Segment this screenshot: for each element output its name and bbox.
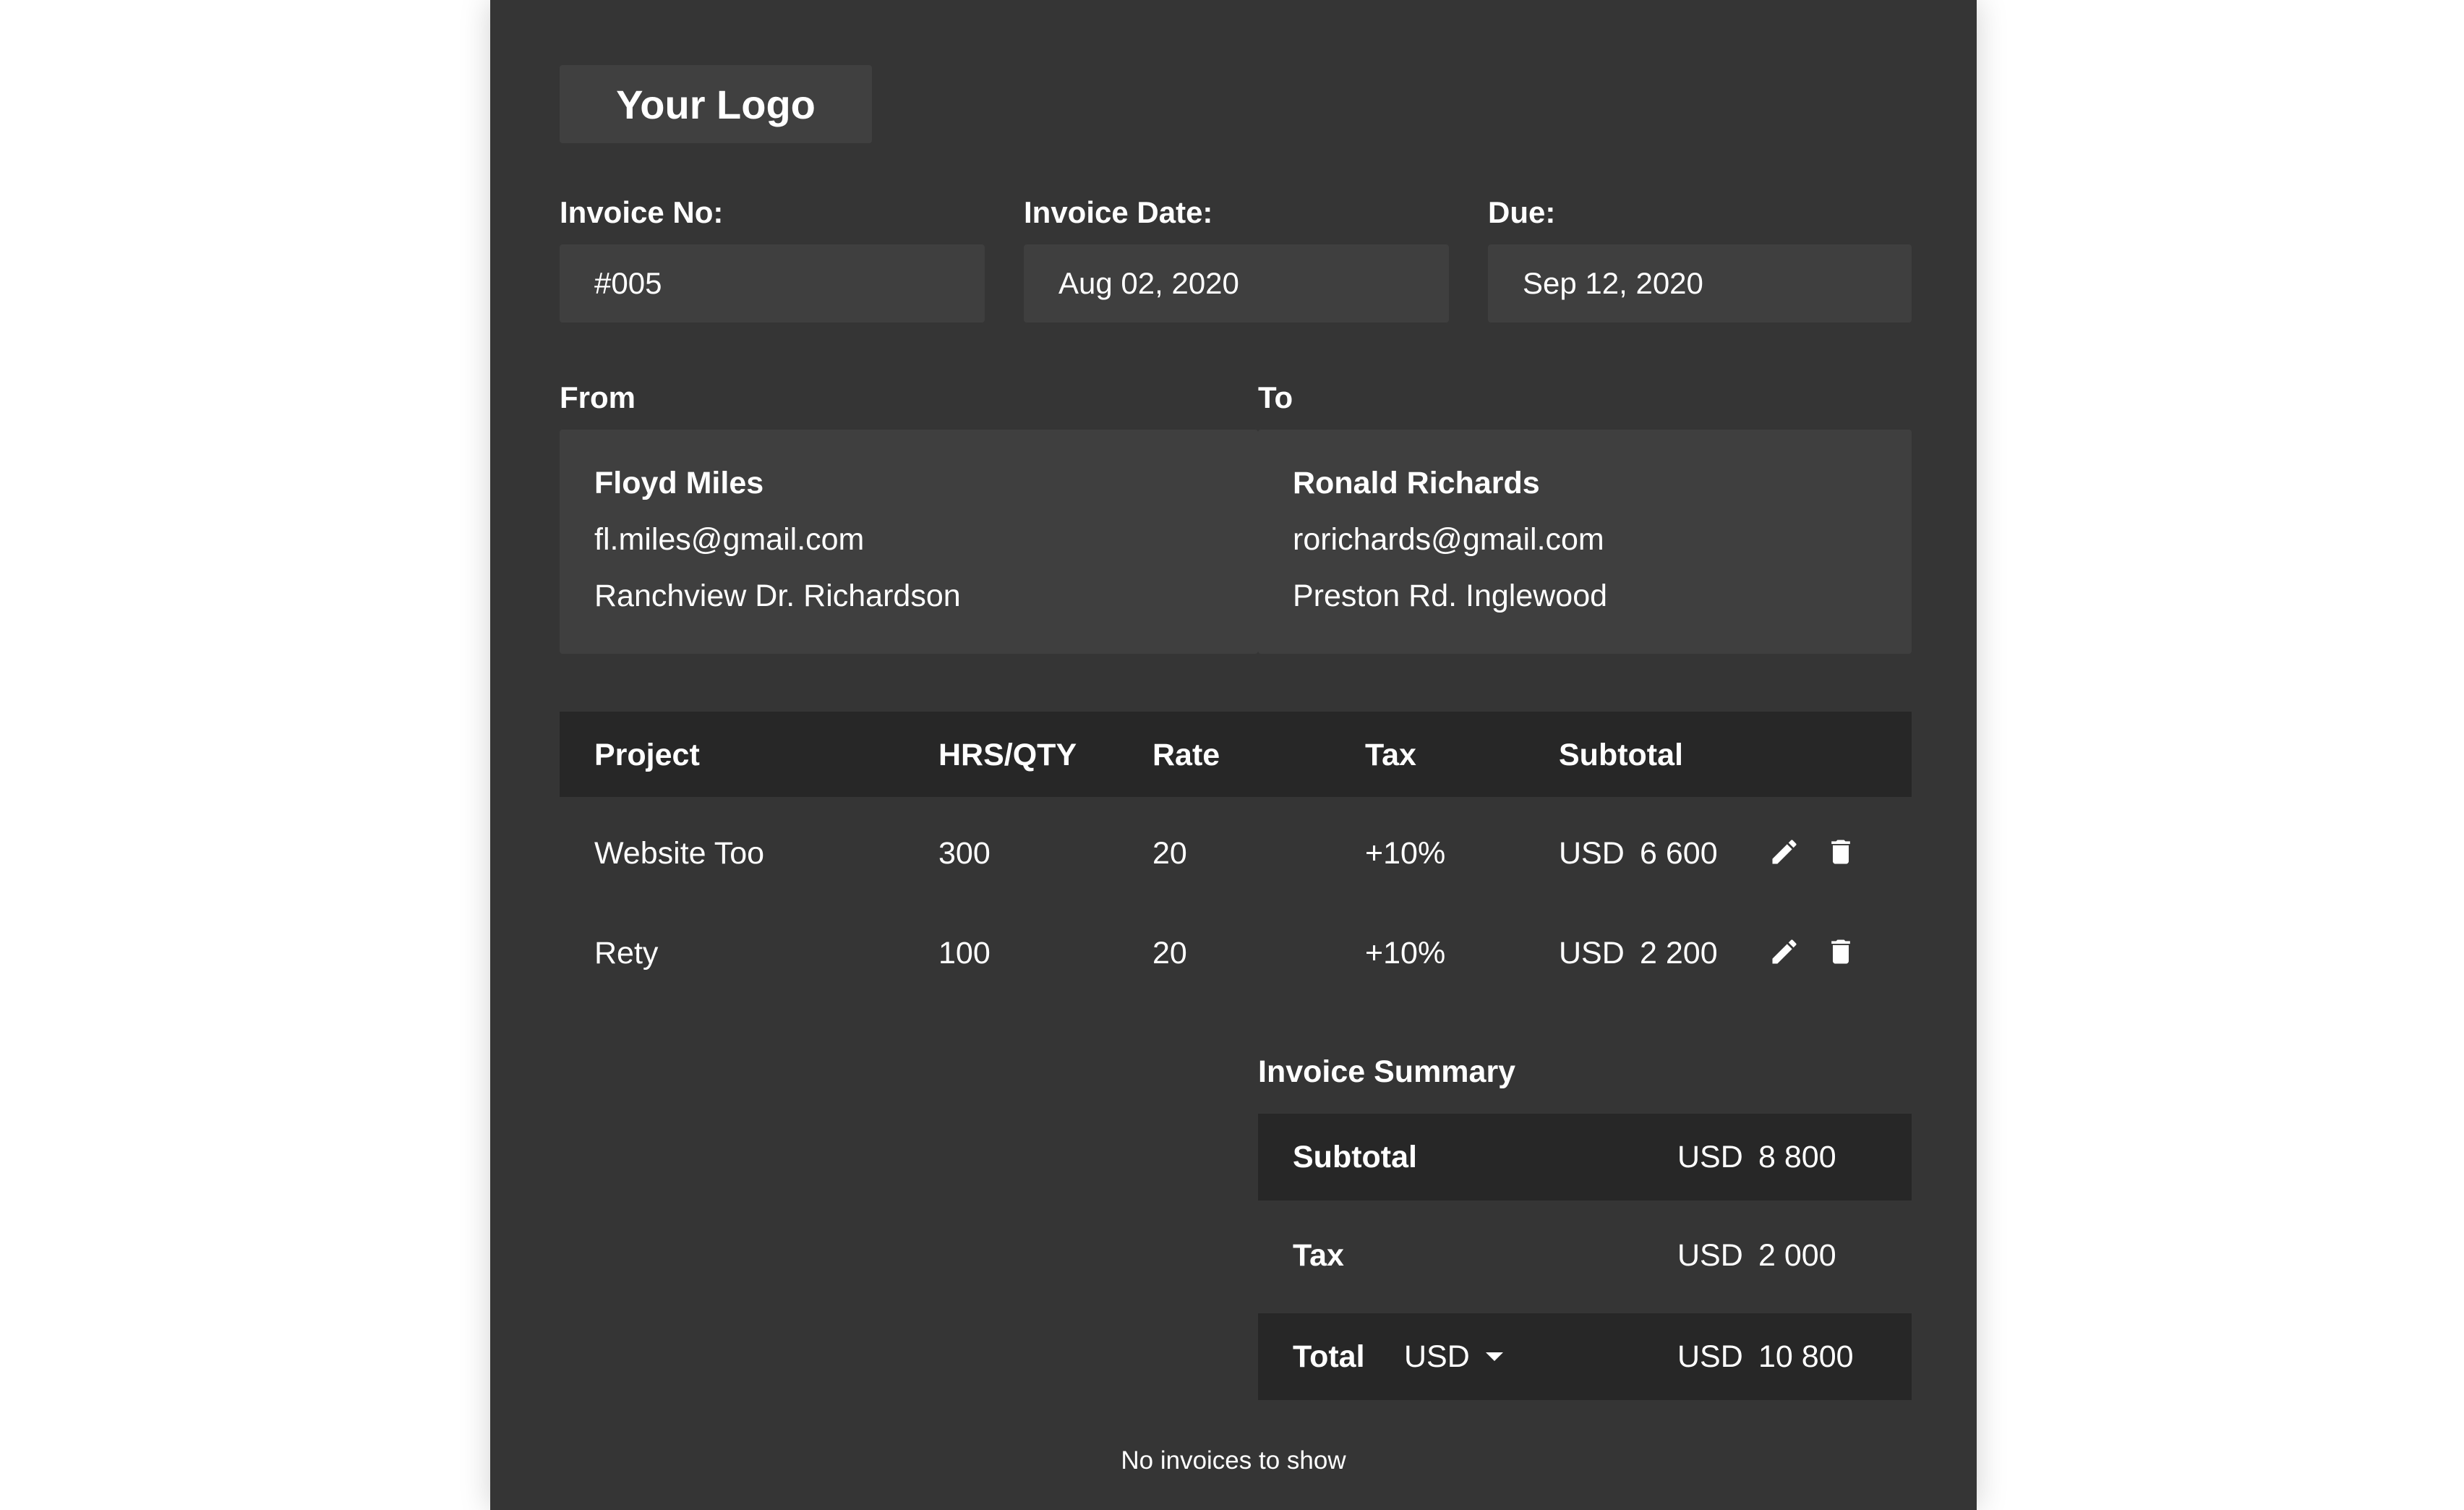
empty-state-message: No invoices to show	[1121, 1446, 1346, 1475]
column-header-project: Project	[594, 738, 700, 772]
pencil-icon[interactable]	[1768, 836, 1800, 868]
column-header-subtotal: Subtotal	[1559, 738, 1683, 772]
summary-total-label: Total	[1293, 1339, 1365, 1374]
due-date-label: Due:	[1488, 195, 1556, 229]
due-date-value: Sep 12, 2020	[1523, 266, 1703, 300]
summary-subtotal-label: Subtotal	[1293, 1140, 1417, 1174]
to-card[interactable]: Ronald Richards rorichards@gmail.com Pre…	[1258, 430, 1912, 654]
from-address: Ranchview Dr. Richardson	[594, 579, 961, 613]
caret-down-icon	[1485, 1352, 1503, 1361]
from-label: From	[560, 380, 636, 414]
invoice-number-label: Invoice No:	[560, 195, 724, 229]
invoice-date-value: Aug 02, 2020	[1058, 266, 1239, 300]
currency-select[interactable]: USD	[1404, 1339, 1503, 1375]
column-header-qty: HRS/QTY	[938, 738, 1077, 772]
summary-tax-currency: USD	[1677, 1238, 1743, 1273]
to-name: Ronald Richards	[1293, 466, 1540, 500]
summary-tax-row: Tax USD 2 000	[1258, 1212, 1912, 1299]
row-rate: 20	[1152, 836, 1187, 871]
due-date-field[interactable]: Sep 12, 2020	[1488, 244, 1912, 323]
row-currency: USD	[1559, 936, 1625, 971]
row-project: Website Too	[594, 836, 765, 871]
trash-icon[interactable]	[1825, 936, 1857, 968]
summary-total-value: 10 800	[1758, 1339, 1854, 1374]
column-header-tax: Tax	[1365, 738, 1416, 772]
row-subtotal: 2 200	[1640, 936, 1718, 971]
pencil-icon[interactable]	[1768, 936, 1800, 968]
invoice-number-value: #005	[594, 266, 662, 300]
invoice-date-field[interactable]: Aug 02, 2020	[1024, 244, 1449, 323]
row-currency: USD	[1559, 836, 1625, 871]
invoice-summary-title: Invoice Summary	[1258, 1054, 1516, 1089]
row-subtotal: 6 600	[1640, 836, 1718, 871]
summary-total-currency: USD	[1677, 1339, 1743, 1374]
row-qty: 300	[938, 836, 991, 871]
row-qty: 100	[938, 936, 991, 971]
from-email: fl.miles@gmail.com	[594, 522, 865, 557]
to-email: rorichards@gmail.com	[1293, 522, 1604, 557]
table-row: Website Too 300 20 +10% USD 6 600	[560, 804, 1912, 898]
summary-subtotal-currency: USD	[1677, 1140, 1743, 1174]
summary-subtotal-row: Subtotal USD 8 800	[1258, 1114, 1912, 1200]
from-name: Floyd Miles	[594, 466, 764, 500]
to-address: Preston Rd. Inglewood	[1293, 579, 1608, 613]
summary-total-row: Total USD USD 10 800	[1258, 1313, 1912, 1400]
table-row: Rety 100 20 +10% USD 2 200	[560, 904, 1912, 998]
invoice-page: Your Logo Invoice No: #005 Invoice Date:…	[490, 0, 1977, 1510]
table-header: Project HRS/QTY Rate Tax Subtotal	[560, 712, 1912, 797]
logo-placeholder[interactable]: Your Logo	[560, 65, 872, 143]
logo-text: Your Logo	[616, 81, 816, 127]
summary-tax-label: Tax	[1293, 1238, 1344, 1273]
summary-tax-value: 2 000	[1758, 1238, 1836, 1273]
from-card[interactable]: Floyd Miles fl.miles@gmail.com Ranchview…	[560, 430, 1258, 654]
row-rate: 20	[1152, 936, 1187, 971]
trash-icon[interactable]	[1825, 836, 1857, 868]
column-header-rate: Rate	[1152, 738, 1220, 772]
row-project: Rety	[594, 936, 659, 971]
to-label: To	[1258, 380, 1293, 414]
invoice-date-label: Invoice Date:	[1024, 195, 1213, 229]
currency-select-value: USD	[1404, 1339, 1470, 1374]
summary-subtotal-value: 8 800	[1758, 1140, 1836, 1174]
invoice-number-field[interactable]: #005	[560, 244, 985, 323]
row-tax: +10%	[1365, 836, 1446, 871]
row-tax: +10%	[1365, 936, 1446, 971]
